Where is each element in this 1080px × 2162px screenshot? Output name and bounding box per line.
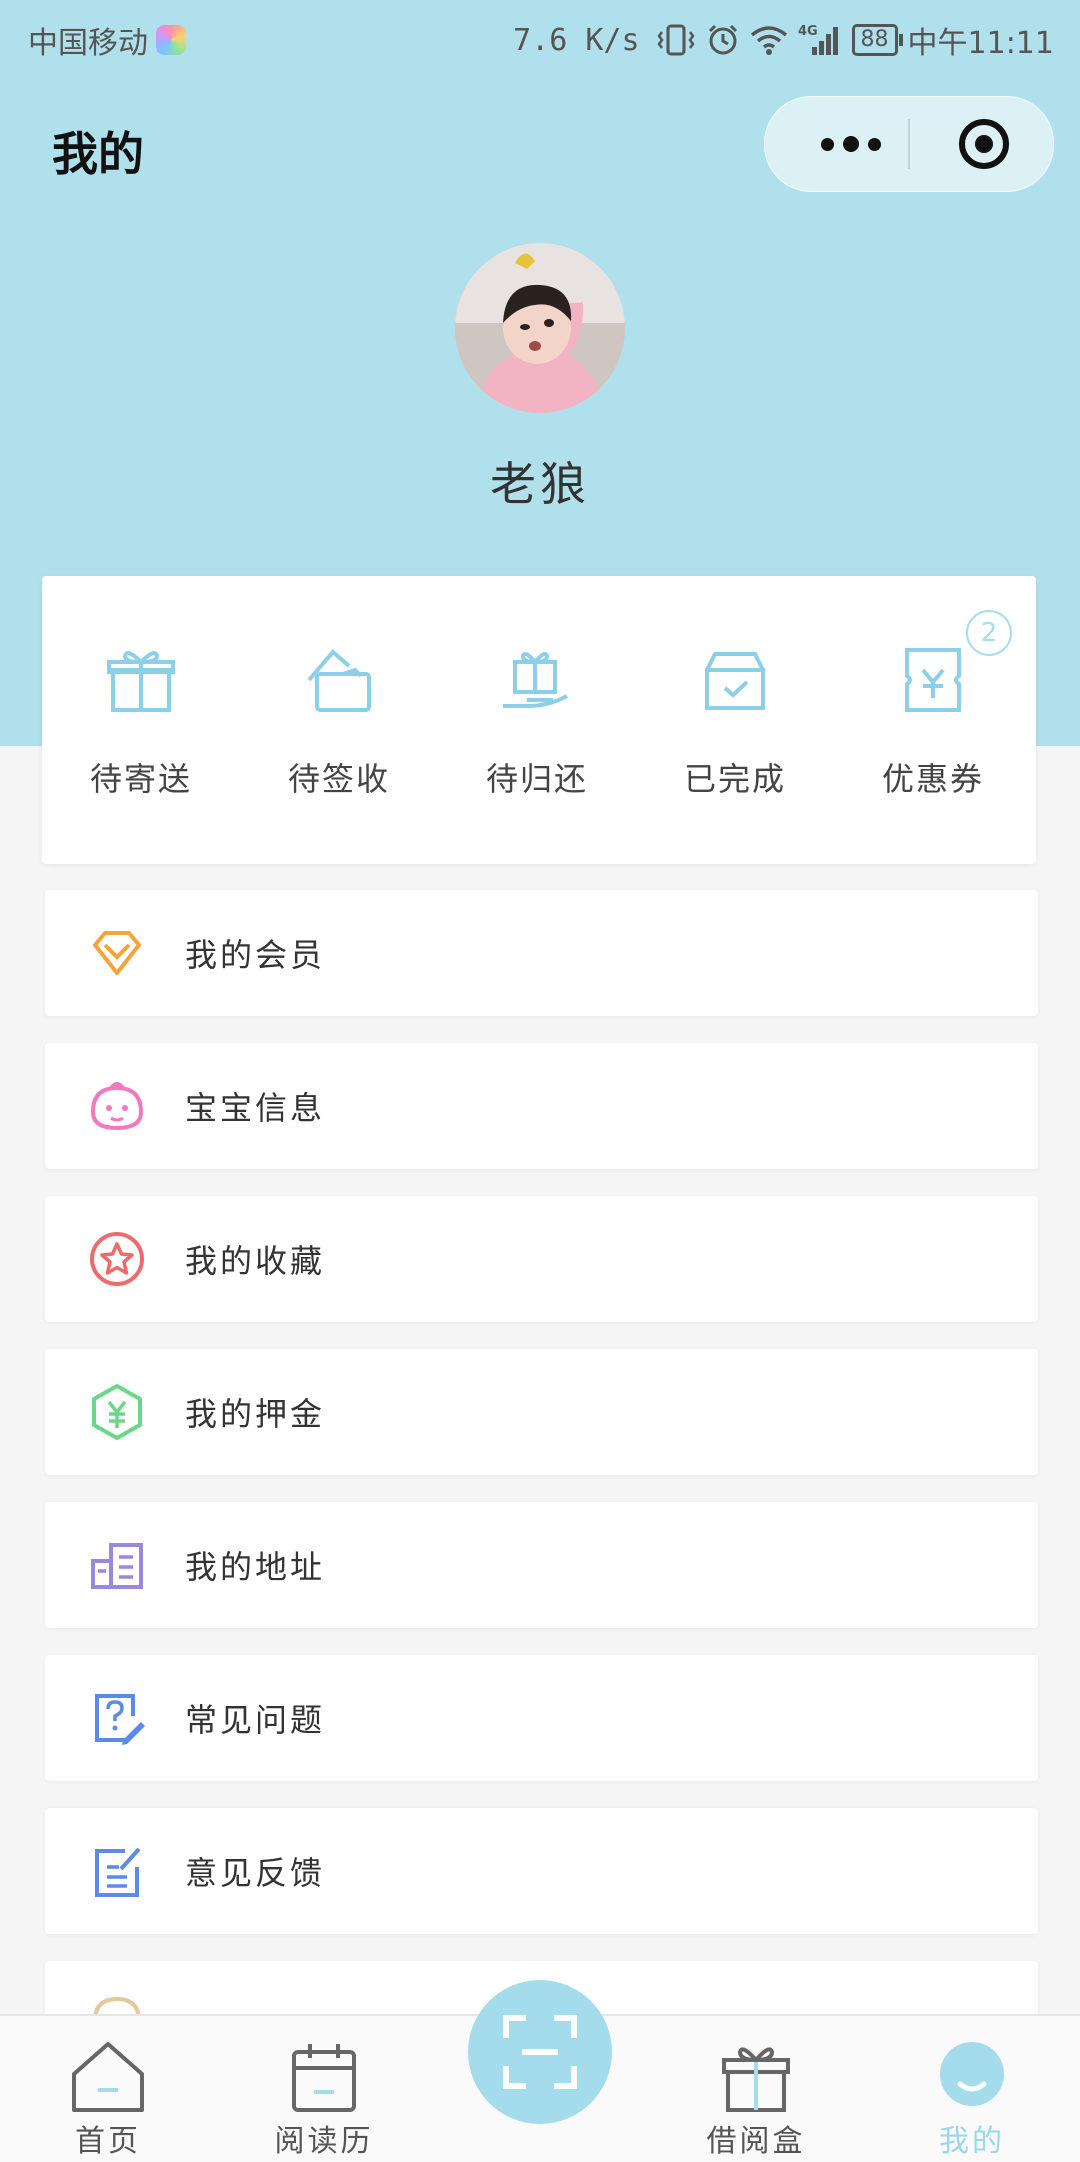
order-label: 待签收: [287, 760, 390, 798]
tab-label: 首页: [75, 2124, 141, 2159]
tab-label: 我的: [939, 2124, 1005, 2159]
tab-label: 阅读历: [274, 2124, 374, 2159]
home-icon: [72, 2042, 144, 2112]
order-label: 已完成: [683, 760, 786, 798]
network-speed: 7.6 K/s: [513, 22, 640, 58]
menu-item-membership[interactable]: 我的会员: [45, 890, 1038, 1016]
more-dot-icon: [868, 137, 881, 151]
feedback-edit-icon: [95, 1847, 141, 1897]
avatar-image: [455, 243, 625, 413]
order-pending-receive[interactable]: 待签收: [240, 576, 438, 864]
menu-item-faq[interactable]: 常见问题: [45, 1655, 1038, 1781]
clock: 中午11:11: [907, 26, 1054, 61]
menu-item-baby-info[interactable]: 宝宝信息: [45, 1043, 1038, 1169]
menu-label: 常见问题: [185, 1701, 326, 1739]
tab-reading-calendar[interactable]: 阅读历: [216, 2016, 432, 2162]
carrier-label: 中国移动: [28, 26, 148, 61]
menu-item-deposit[interactable]: 我的押金: [45, 1349, 1038, 1475]
menu-label: 我的押金: [185, 1395, 326, 1433]
status-right: 7.6 K/s 4G 88 中午11:11: [513, 18, 1054, 62]
tab-label: 借阅盒: [706, 2124, 806, 2159]
page-title: 我的: [52, 127, 144, 181]
username: 老狼: [490, 457, 590, 511]
order-completed[interactable]: 已完成: [636, 576, 834, 864]
menu-item-favorites[interactable]: 我的收藏: [45, 1196, 1038, 1322]
gift-icon: [107, 651, 175, 712]
order-label: 优惠券: [881, 760, 984, 798]
calendar-icon: [292, 2044, 356, 2112]
vibrate-icon: [656, 24, 695, 56]
menu-item-feedback[interactable]: 意见反馈: [45, 1808, 1038, 1934]
wifi-icon: [750, 26, 787, 55]
signal-4g-icon: 4G: [798, 24, 838, 55]
app-notification-icon: [156, 25, 186, 55]
baby-face-icon: [90, 1082, 144, 1131]
completed-box-icon: [705, 652, 765, 710]
diamond-icon: [93, 931, 141, 975]
capsule-divider: [908, 119, 910, 169]
question-edit-icon: [95, 1694, 145, 1745]
alarm-icon: [708, 24, 737, 55]
gift-box-icon: [722, 2047, 790, 2112]
more-button[interactable]: [801, 97, 901, 191]
close-miniprogram-icon[interactable]: [958, 118, 1010, 170]
coupon-count-badge: 2: [966, 610, 1012, 656]
order-label: 待寄送: [89, 760, 192, 798]
tab-mine[interactable]: 我的: [864, 2016, 1080, 2162]
profile-icon: [940, 2042, 1004, 2106]
status-bar: 中国移动 7.6 K/s 4G 88 中午11:11: [0, 0, 1080, 76]
return-gift-icon: [503, 652, 568, 708]
scan-button[interactable]: [468, 1980, 612, 2124]
order-label: 待归还: [485, 760, 588, 798]
star-icon: [90, 1232, 144, 1286]
order-pending-send[interactable]: 待寄送: [42, 576, 240, 864]
svg-text:4G: 4G: [798, 24, 818, 39]
more-dot-icon: [843, 136, 859, 152]
menu-label: 意见反馈: [185, 1854, 326, 1892]
tab-borrow-box[interactable]: 借阅盒: [648, 2016, 864, 2162]
scan-icon: [503, 2015, 577, 2089]
package-sign-icon: [307, 649, 371, 712]
order-pending-return[interactable]: 待归还: [438, 576, 636, 864]
miniprogram-capsule: [764, 96, 1054, 192]
battery-indicator: 88: [851, 24, 903, 56]
yuan-hexagon-icon: [92, 1384, 142, 1440]
building-icon: [91, 1543, 143, 1589]
menu-label: 我的收藏: [185, 1242, 326, 1280]
menu-label: 我的地址: [185, 1548, 326, 1586]
avatar[interactable]: [455, 243, 625, 413]
menu-label: 宝宝信息: [185, 1089, 326, 1127]
more-dot-icon: [821, 137, 834, 151]
tab-home[interactable]: 首页: [0, 2016, 216, 2162]
order-status-card: 待寄送 待签收 待归还 已完成 优惠券 2: [42, 576, 1036, 864]
menu-item-address[interactable]: 我的地址: [45, 1502, 1038, 1628]
menu-label: 我的会员: [185, 936, 326, 974]
coupon-icon: [905, 648, 961, 712]
status-left: 中国移动: [28, 18, 186, 62]
